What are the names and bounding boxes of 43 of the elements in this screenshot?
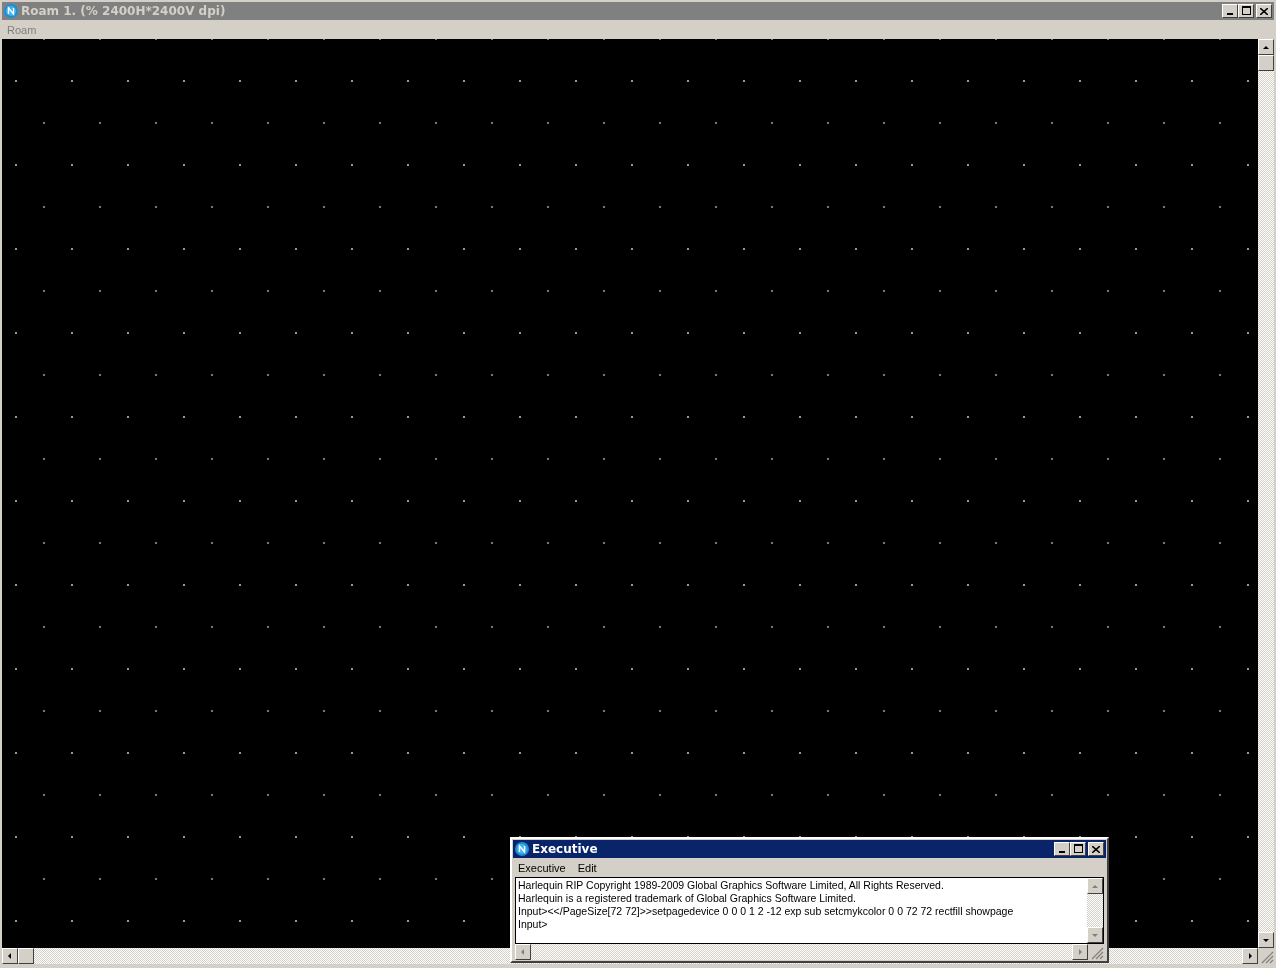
- scroll-left-button[interactable]: [2, 948, 18, 964]
- console-line: Harlequin RIP Copyright 1989-2009 Global Graphics Software Limited, All Rights Reserved.: [518, 879, 945, 892]
- maximize-icon: [1073, 844, 1083, 853]
- up-arrow-icon: [1262, 43, 1270, 51]
- menu-item[interactable]: Edit: [577, 861, 597, 874]
- app-logo-icon: [4, 4, 18, 18]
- scroll-up-button[interactable]: [1087, 878, 1103, 894]
- close-button[interactable]: [1088, 842, 1104, 856]
- close-icon: [1092, 845, 1100, 853]
- maximize-icon: [1241, 6, 1251, 15]
- up-arrow-icon: [1091, 882, 1099, 890]
- scroll-up-button[interactable]: [1258, 39, 1274, 55]
- down-arrow-icon: [1262, 936, 1270, 944]
- scroll-thumb[interactable]: [1258, 55, 1274, 71]
- vertical-scrollbar[interactable]: [1087, 878, 1103, 943]
- menu-item[interactable]: Executive: [518, 861, 566, 874]
- window-title: Roam 1. (% 2400H*2400V dpi): [21, 4, 227, 18]
- right-arrow-icon: [1076, 948, 1084, 956]
- down-arrow-icon: [1091, 931, 1099, 939]
- close-icon: [1260, 7, 1268, 15]
- right-arrow-icon: [1246, 952, 1254, 960]
- left-arrow-icon: [6, 952, 14, 960]
- left-arrow-icon: [519, 948, 527, 956]
- maximize-button[interactable]: [1070, 842, 1086, 856]
- scroll-right-button[interactable]: [1242, 948, 1258, 964]
- close-button[interactable]: [1256, 4, 1272, 18]
- scroll-thumb[interactable]: [18, 948, 34, 964]
- console-line: Input><</PageSize[72 72]>>setpagedevice 0 0 0 1 2 -12 exp sub setcmykcolor 0 0 72 72 rectfill showpage: [518, 905, 1015, 918]
- resize-grip-icon[interactable]: [1258, 948, 1274, 964]
- scroll-down-button[interactable]: [1087, 927, 1103, 943]
- scroll-left-button[interactable]: [515, 944, 531, 960]
- resize-grip-icon[interactable]: [1088, 944, 1104, 960]
- console-line: Input>: [518, 918, 549, 931]
- minimize-button[interactable]: [1222, 4, 1238, 18]
- horizontal-scrollbar[interactable]: [515, 944, 1104, 960]
- console-line: Harlequin is a registered trademark of Global Graphics Software Limited.: [518, 892, 857, 905]
- minimize-button[interactable]: [1054, 842, 1070, 856]
- window-title: Executive: [532, 842, 599, 856]
- maximize-button[interactable]: [1238, 4, 1254, 18]
- scroll-right-button[interactable]: [1072, 944, 1088, 960]
- app-logo-icon: [515, 842, 529, 856]
- scroll-down-button[interactable]: [1258, 932, 1274, 948]
- vertical-scrollbar[interactable]: [1258, 39, 1274, 948]
